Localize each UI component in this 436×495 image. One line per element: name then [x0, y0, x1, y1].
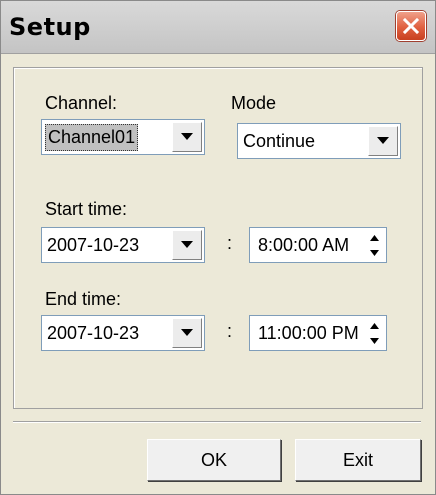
chevron-down-icon [181, 133, 193, 140]
start-time-separator: : [227, 233, 233, 253]
spin-down-icon [369, 249, 379, 256]
window-title: Setup [9, 13, 91, 41]
start-time-value: 8:00:00 AM [258, 235, 350, 255]
channel-select[interactable]: Channel01 [41, 119, 205, 155]
channel-label: Channel: [45, 93, 118, 113]
channel-value: Channel01 [45, 124, 139, 151]
setup-dialog: Setup Channel: Channel01 Mode Continue S… [0, 0, 436, 495]
end-time-label: End time: [45, 289, 122, 309]
spin-down-icon [369, 337, 379, 344]
start-date-dropdown-button[interactable] [172, 230, 202, 260]
end-date-value: 2007-10-23 [47, 323, 140, 343]
end-date-picker[interactable]: 2007-10-23 [41, 315, 205, 351]
chevron-down-icon [377, 137, 389, 144]
end-date-dropdown-button[interactable] [172, 318, 202, 348]
mode-dropdown-button[interactable] [368, 126, 398, 156]
mode-value: Continue [243, 131, 316, 151]
end-time-input[interactable]: 11:00:00 PM [249, 315, 387, 351]
chevron-down-icon [181, 241, 193, 248]
start-date-picker[interactable]: 2007-10-23 [41, 227, 205, 263]
channel-dropdown-button[interactable] [172, 122, 202, 152]
end-time-separator: : [227, 321, 233, 341]
end-time-spinner [364, 318, 384, 348]
spin-up-icon [369, 234, 379, 241]
chevron-down-icon [181, 329, 193, 336]
start-time-spinner [364, 230, 384, 260]
start-time-spin-up[interactable] [364, 230, 384, 245]
exit-button[interactable]: Exit [295, 439, 421, 481]
start-time-spin-down[interactable] [364, 245, 384, 260]
separator [13, 421, 421, 423]
end-time-spin-down[interactable] [364, 333, 384, 348]
spin-up-icon [369, 322, 379, 329]
start-date-value: 2007-10-23 [47, 235, 140, 255]
end-time-spin-up[interactable] [364, 318, 384, 333]
close-button[interactable] [396, 11, 426, 41]
mode-select[interactable]: Continue [237, 123, 401, 159]
ok-button[interactable]: OK [147, 439, 281, 481]
start-time-input[interactable]: 8:00:00 AM [249, 227, 387, 263]
close-icon [402, 17, 420, 35]
start-time-label: Start time: [45, 199, 128, 219]
title-bar: Setup [1, 1, 435, 54]
mode-label: Mode [231, 93, 277, 113]
end-time-value: 11:00:00 PM [258, 323, 359, 343]
